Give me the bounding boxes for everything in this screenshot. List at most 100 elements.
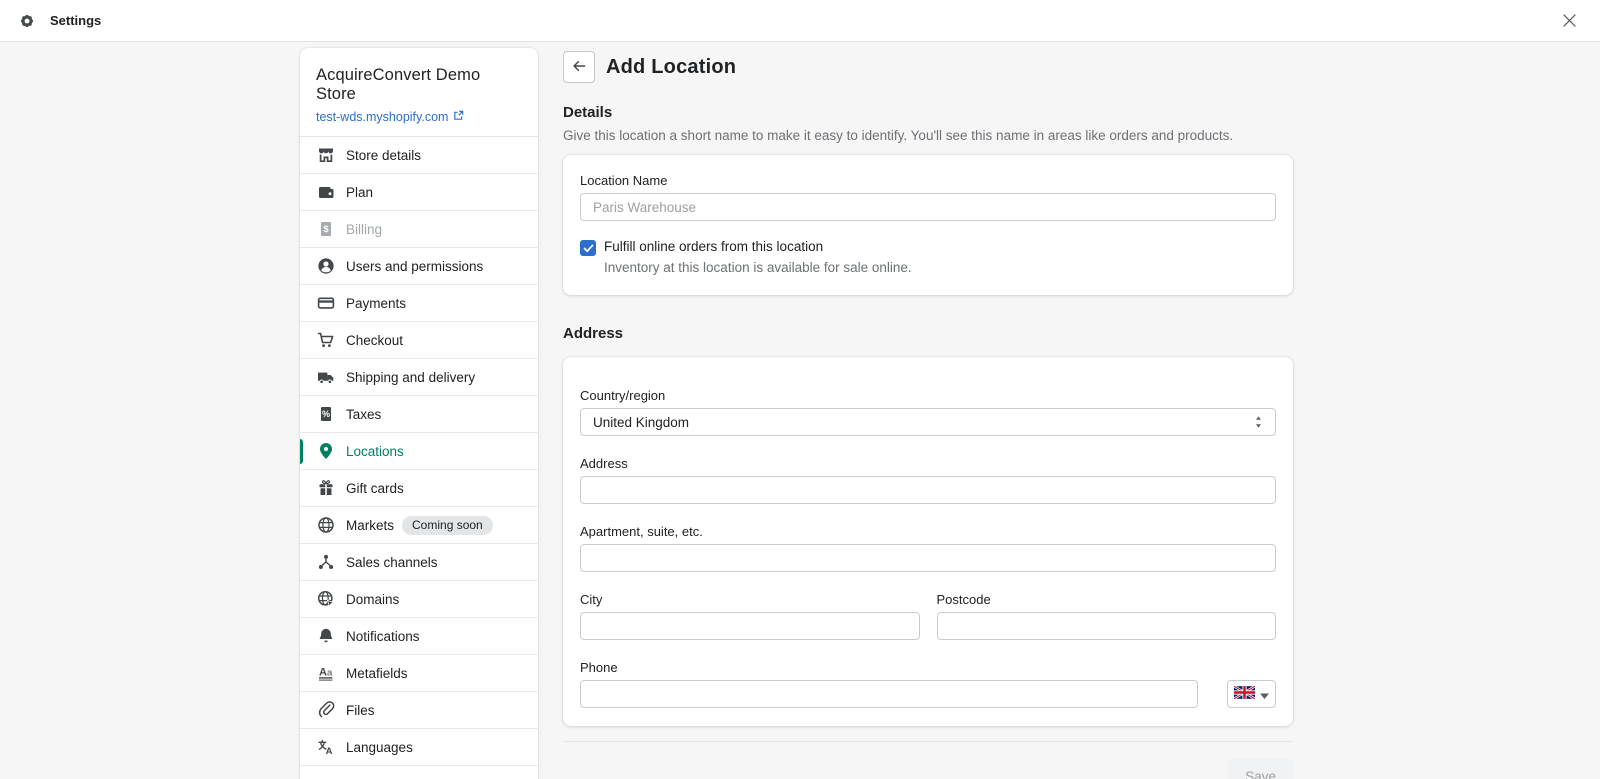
topbar-title: Settings [50,13,101,28]
external-link-icon [453,110,464,124]
store-domain-link[interactable]: test-wds.myshopify.com [316,110,522,124]
location-pin-icon [316,441,336,461]
address-input[interactable] [580,476,1276,504]
city-input[interactable] [580,612,920,640]
sidebar-item-shipping-and-delivery[interactable]: Shipping and delivery [300,359,538,396]
store-domain-text: test-wds.myshopify.com [316,110,448,124]
details-heading: Details [563,104,1293,121]
postcode-label: Postcode [937,592,1277,607]
united-kingdom-flag-icon [1234,686,1255,702]
sidebar-item-label: Store details [346,148,421,163]
globe-cursor-icon [316,589,336,609]
sidebar-item-label: Payments [346,296,406,311]
percent-receipt-icon: % [316,404,336,424]
store-name: AcquireConvert Demo Store [316,66,522,104]
svg-text:$: $ [323,224,329,235]
paperclip-icon [316,700,336,720]
country-label: Country/region [580,388,1276,403]
sidebar-item-store-details[interactable]: Store details [300,137,538,174]
back-button[interactable] [563,51,595,83]
truck-icon [316,367,336,387]
select-caret-icon [1254,415,1263,429]
sidebar-item-label: Billing [346,222,382,237]
fulfill-orders-label[interactable]: Fulfill online orders from this location [604,239,912,254]
gear-icon [18,12,36,30]
sidebar-item-label: Gift cards [346,481,404,496]
metafields-aa-icon: Aa [316,663,336,683]
settings-nav: Store details Plan $ Billing Users and p… [300,137,538,766]
location-name-label: Location Name [580,173,1276,188]
add-location-page: Add Location Details Give this location … [563,48,1293,779]
sidebar-item-users-and-permissions[interactable]: Users and permissions [300,248,538,285]
settings-topbar: Settings [0,0,1600,42]
sidebar-item-languages[interactable]: A Languages [300,729,538,766]
phone-country-selector[interactable] [1227,680,1276,708]
user-icon [316,256,336,276]
sidebar-item-label: Checkout [346,333,403,348]
sidebar-item-domains[interactable]: Domains [300,581,538,618]
sidebar-item-markets[interactable]: Markets Coming soon [300,507,538,544]
gift-icon [316,478,336,498]
sidebar-item-label: Metafields [346,666,408,681]
sidebar-item-taxes[interactable]: % Taxes [300,396,538,433]
sidebar-item-payments[interactable]: Payments [300,285,538,322]
sidebar-item-label: Files [346,703,375,718]
wallet-icon [316,182,336,202]
sidebar-item-label: Plan [346,185,373,200]
country-select[interactable]: United Kingdom [580,408,1276,436]
bell-icon [316,626,336,646]
sidebar-item-label: Users and permissions [346,259,483,274]
close-icon[interactable] [1557,8,1582,33]
sidebar-item-sales-channels[interactable]: Sales channels [300,544,538,581]
svg-text:a: a [327,668,333,679]
sidebar-item-files[interactable]: Files [300,692,538,729]
credit-card-icon [316,293,336,313]
phone-input[interactable] [580,680,1198,708]
sidebar-item-label: Locations [346,444,404,459]
page-title: Add Location [606,56,736,79]
sidebar-item-label: Shipping and delivery [346,370,475,385]
sidebar-item-billing[interactable]: $ Billing [300,211,538,248]
apartment-input[interactable] [580,544,1276,572]
svg-text:%: % [322,409,330,419]
settings-sidebar: AcquireConvert Demo Store test-wds.mysho… [300,48,538,779]
fulfill-orders-help: Inventory at this location is available … [604,260,912,275]
billing-icon: $ [316,219,336,239]
store-header: AcquireConvert Demo Store test-wds.mysho… [300,48,538,137]
network-icon [316,552,336,572]
city-label: City [580,592,920,607]
sidebar-item-label: Languages [346,740,413,755]
sidebar-item-checkout[interactable]: Checkout [300,322,538,359]
sidebar-item-label: Notifications [346,629,420,644]
phone-label: Phone [580,660,1276,675]
svg-text:A: A [326,746,333,757]
sidebar-item-label: Domains [346,592,399,607]
globe-icon [316,515,336,535]
cart-icon [316,330,336,350]
fulfill-orders-checkbox[interactable] [580,240,596,256]
storefront-icon [316,145,336,165]
translate-icon: A [316,737,336,757]
postcode-input[interactable] [937,612,1277,640]
coming-soon-badge: Coming soon [402,516,493,535]
sidebar-item-gift-cards[interactable]: Gift cards [300,470,538,507]
sidebar-item-label: Taxes [346,407,381,422]
svg-text:A: A [319,667,327,679]
address-label: Address [580,456,1276,471]
chevron-down-icon [1260,687,1269,702]
sidebar-item-metafields[interactable]: Aa Metafields [300,655,538,692]
sidebar-item-label: Sales channels [346,555,438,570]
apartment-label: Apartment, suite, etc. [580,524,1276,539]
save-button[interactable]: Save [1228,759,1293,779]
details-description: Give this location a short name to make … [563,128,1293,143]
address-heading: Address [563,325,1293,342]
location-name-input[interactable] [580,193,1276,221]
country-selected-value: United Kingdom [593,415,689,430]
sidebar-item-locations[interactable]: Locations [300,433,538,470]
sidebar-item-notifications[interactable]: Notifications [300,618,538,655]
page-footer: Save [563,741,1293,779]
sidebar-item-plan[interactable]: Plan [300,174,538,211]
sidebar-item-label: Markets [346,518,394,533]
arrow-left-icon [571,58,587,77]
details-card: Location Name Fulfill online orders from… [563,155,1293,295]
